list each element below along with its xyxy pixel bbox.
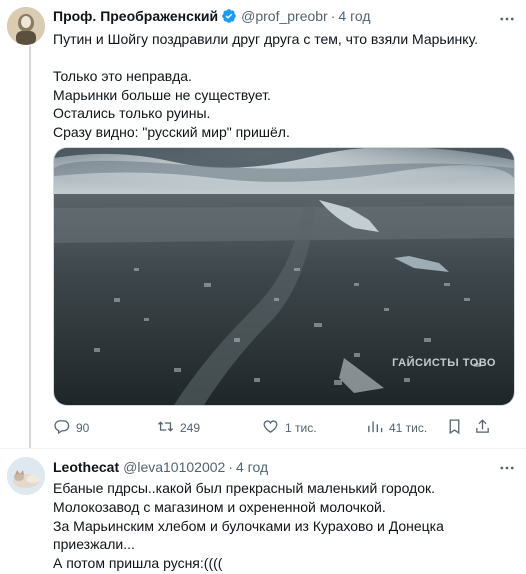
tweet-1[interactable]: Проф. Преображенский @prof_preobr · 4 го… [0, 0, 526, 449]
avatar[interactable] [7, 457, 45, 495]
retweet-icon [157, 418, 180, 438]
author-name[interactable]: Проф. Преображенский [53, 8, 218, 24]
timestamp[interactable]: 4 год [236, 459, 268, 475]
thread-connector-line [29, 46, 31, 448]
like-count: 1 тис. [285, 421, 317, 435]
share-button[interactable] [474, 418, 497, 438]
separator-dot: · [330, 8, 336, 24]
share-icon [474, 418, 497, 438]
author-handle[interactable]: @prof_preobr [241, 8, 328, 24]
bookmark-icon [446, 418, 469, 438]
avatar[interactable] [7, 7, 45, 45]
more-icon[interactable] [498, 459, 516, 477]
tweet-text: Путин и Шойгу поздравили друг друга с те… [53, 31, 479, 140]
bookmark-button[interactable] [446, 418, 469, 438]
views-icon [366, 418, 389, 438]
separator-dot: · [228, 459, 233, 475]
like-button[interactable]: 1 тис. [262, 418, 317, 438]
retweet-button[interactable]: 249 [157, 418, 200, 438]
more-icon[interactable] [498, 10, 516, 28]
tweet-header: Leothecat @leva10102002 · 4 год [53, 459, 268, 475]
views-count: 41 тис. [389, 421, 428, 435]
tweet-2[interactable]: Leothecat @leva10102002 · 4 год Ебаные п… [0, 449, 526, 574]
tweet-actions: 90 249 1 тис. 41 тис. [53, 418, 515, 438]
tweet-media-image[interactable]: ГАЙСИСТЬІ ТОВО [53, 147, 515, 406]
reply-button[interactable]: 90 [53, 418, 89, 438]
media-watermark: ГАЙСИСТЬІ ТОВО [392, 357, 496, 369]
author-name[interactable]: Leothecat [53, 459, 119, 475]
retweet-count: 249 [180, 421, 201, 435]
verified-badge-icon [221, 8, 237, 24]
reply-icon [53, 418, 76, 438]
tweet-text: Ебаные пдрсы..какой был прекрасный мален… [53, 480, 444, 572]
reply-count: 90 [76, 421, 90, 435]
heart-icon [262, 418, 285, 438]
author-handle[interactable]: @leva10102002 [123, 459, 225, 475]
views-button[interactable]: 41 тис. [366, 418, 427, 438]
timestamp[interactable]: 4 год [338, 8, 370, 24]
tweet-header: Проф. Преображенский @prof_preobr · 4 го… [53, 8, 371, 24]
